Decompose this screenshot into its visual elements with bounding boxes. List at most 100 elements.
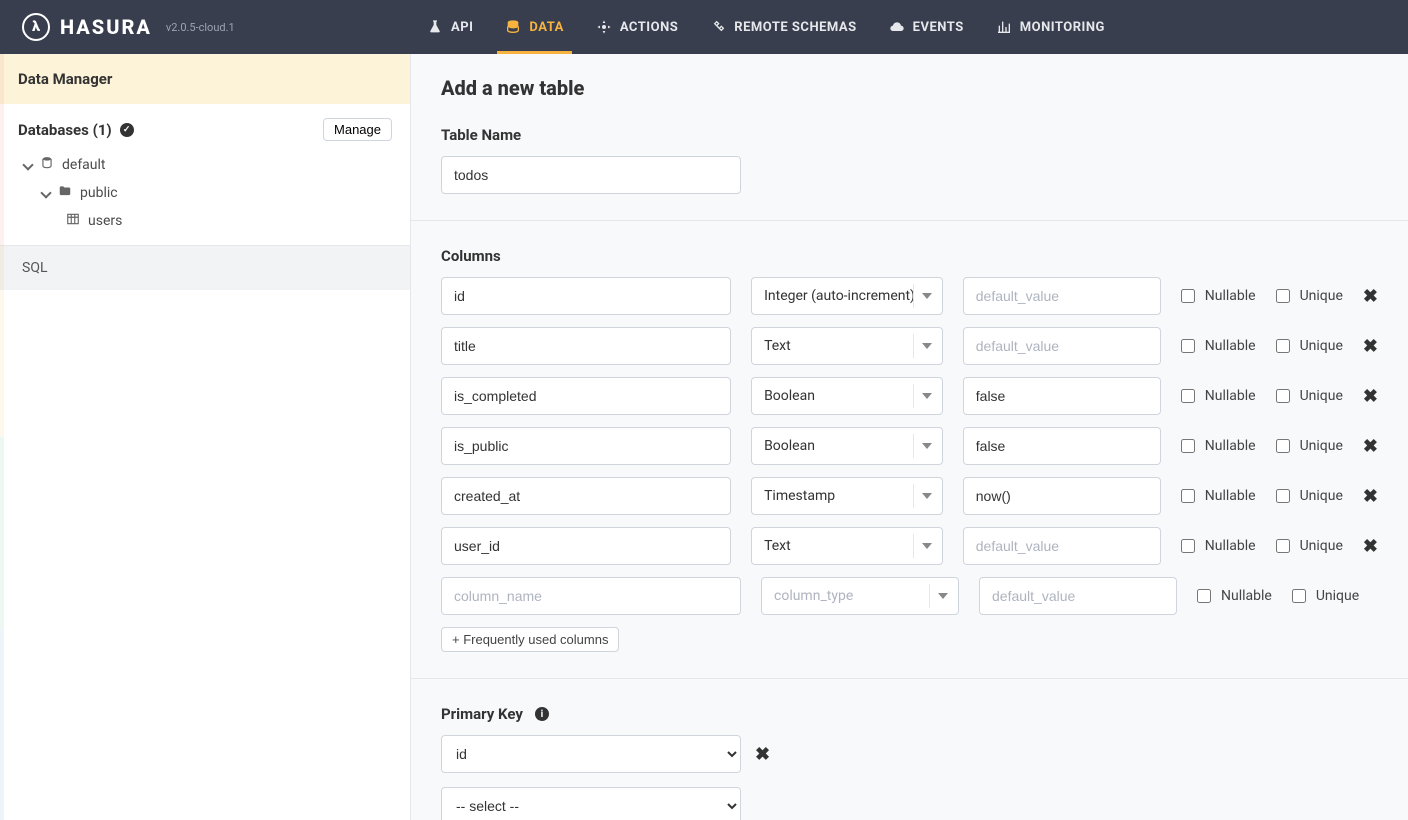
chevron-down-icon [922,291,932,301]
sidebar: Data Manager Databases (1) ✓ Manage defa… [0,54,411,820]
column-type-select[interactable]: Text [751,527,943,565]
column-default-input[interactable] [963,327,1161,365]
unique-checkbox[interactable] [1276,339,1290,353]
column-default-input[interactable] [963,277,1161,315]
column-name-input[interactable] [441,427,731,465]
nav-api-label: API [451,20,473,35]
unique-label: Unique [1300,388,1343,404]
database-icon [40,156,54,174]
unique-checkbox[interactable] [1276,289,1290,303]
unique-label: Unique [1300,338,1343,354]
brand-version: v2.0.5-cloud.1 [166,21,235,34]
primary-key-label: Primary Key [441,705,523,723]
table-name-label: Table Name [441,126,1378,144]
column-type-select[interactable]: column_type [761,577,959,615]
unique-checkbox[interactable] [1276,489,1290,503]
tree-db-label: default [62,157,106,173]
unique-checkbox[interactable] [1292,589,1306,603]
nav-events[interactable]: EVENTS [873,0,980,54]
chevron-down-icon [922,541,932,551]
column-row: Text Nullable Unique ✖ [441,327,1378,365]
remove-column-icon[interactable]: ✖ [1363,286,1378,307]
column-type-select[interactable]: Timestamp [751,477,943,515]
nullable-label: Nullable [1205,388,1256,404]
tree-database-default[interactable]: default [18,151,410,179]
nav-monitoring[interactable]: MONITORING [980,0,1121,54]
frequently-used-columns-button[interactable]: + Frequently used columns [441,627,619,652]
nullable-checkbox[interactable] [1181,489,1195,503]
primary-key-select-2[interactable]: -- select -- [441,787,741,820]
nullable-checkbox[interactable] [1181,389,1195,403]
flask-icon [427,19,443,35]
chevron-down-icon [922,491,932,501]
column-default-input[interactable] [963,427,1161,465]
chevron-down-icon [938,591,948,601]
nav-actions[interactable]: ACTIONS [580,0,694,54]
remove-column-icon[interactable]: ✖ [1363,536,1378,557]
remove-column-icon[interactable]: ✖ [1363,336,1378,357]
nullable-checkbox[interactable] [1181,289,1195,303]
remove-column-icon[interactable]: ✖ [1363,436,1378,457]
nav-data[interactable]: DATA [489,0,579,54]
remove-column-icon[interactable]: ✖ [1363,386,1378,407]
nullable-label: Nullable [1205,338,1256,354]
nav-remote-schemas[interactable]: REMOTE SCHEMAS [694,0,872,54]
column-type-value: Text [764,338,791,354]
column-name-input[interactable] [441,277,731,315]
remove-pk-icon[interactable]: ✖ [755,744,770,765]
nav-api[interactable]: API [411,0,489,54]
chart-icon [996,19,1012,35]
column-type-select[interactable]: Text [751,327,943,365]
chevron-down-icon [922,391,932,401]
unique-label: Unique [1316,588,1359,604]
column-default-input[interactable] [963,477,1161,515]
column-row: Text Nullable Unique ✖ [441,527,1378,565]
nullable-checkbox[interactable] [1197,589,1211,603]
sidebar-sql[interactable]: SQL [0,245,410,290]
main-panel: Add a new table Table Name Columns Integ… [411,54,1408,820]
info-icon[interactable]: i [535,707,549,721]
column-row: Boolean Nullable Unique ✖ [441,427,1378,465]
chevron-down-icon [22,159,33,170]
nav-remote-label: REMOTE SCHEMAS [734,20,856,35]
tree-table-users[interactable]: users [18,207,410,235]
column-type-value: Text [764,538,791,554]
column-default-input[interactable] [963,527,1161,565]
column-name-input[interactable] [441,477,731,515]
column-name-input[interactable] [441,527,731,565]
remove-column-icon[interactable]: ✖ [1363,486,1378,507]
unique-checkbox[interactable] [1276,389,1290,403]
actions-icon [596,19,612,35]
hasura-logo-icon: λ [22,13,50,41]
column-name-input[interactable] [441,377,731,415]
column-type-value: Boolean [764,438,815,454]
column-type-select[interactable]: Integer (auto-increment) [751,277,943,315]
nullable-label: Nullable [1205,488,1256,504]
unique-label: Unique [1300,538,1343,554]
column-name-input[interactable] [441,577,741,615]
manage-button[interactable]: Manage [323,118,392,141]
table-name-input[interactable] [441,156,741,194]
plug-icon [710,19,726,35]
nav-data-label: DATA [529,20,563,35]
primary-key-select-1[interactable]: id [441,735,741,773]
column-row-empty: column_type Nullable Unique [441,577,1378,615]
unique-checkbox[interactable] [1276,439,1290,453]
nav-events-label: EVENTS [913,20,964,35]
columns-label: Columns [441,247,1378,265]
brand: λ HASURA v2.0.5-cloud.1 [0,13,411,41]
brand-name: HASURA [60,15,152,39]
nullable-checkbox[interactable] [1181,439,1195,453]
column-default-input[interactable] [979,577,1177,615]
tree-schema-public[interactable]: public [18,179,410,207]
nullable-label: Nullable [1221,588,1272,604]
column-name-input[interactable] [441,327,731,365]
column-type-select[interactable]: Boolean [751,377,943,415]
column-type-select[interactable]: Boolean [751,427,943,465]
column-default-input[interactable] [963,377,1161,415]
column-type-value: Boolean [764,388,815,404]
nullable-checkbox[interactable] [1181,339,1195,353]
chevron-down-icon [922,341,932,351]
unique-checkbox[interactable] [1276,539,1290,553]
nullable-checkbox[interactable] [1181,539,1195,553]
